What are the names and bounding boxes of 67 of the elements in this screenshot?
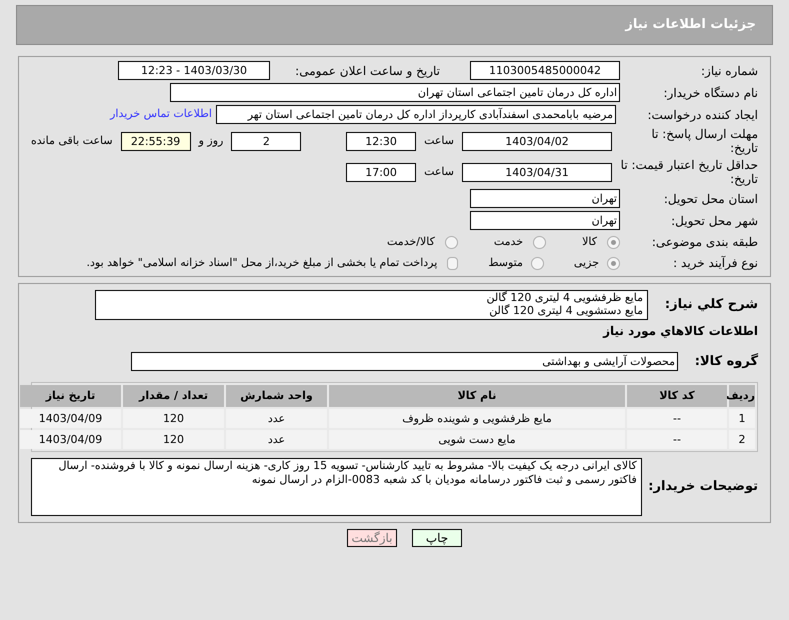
field-label: کالا (582, 234, 597, 250)
text-field[interactable]: 12:30 (346, 132, 416, 150)
table-cell: 120 (123, 408, 224, 428)
field-label: پرداخت تمام یا بخشی از مبلغ خرید،از محل "اسناد خزانه اسلامی" خواهد بود. (86, 254, 438, 271)
text-area[interactable]: کالای ایرانی درجه یک کیفیت بالا- مشروط به تایید کارشناس- تسویه 15 روز کاری- هزینه ارسال نمونه و کالا با فروشنده- ارسال فاکتور رسمی و ثبت فاکتور درسامانه مودیان با کد شعبه 0083-الزام در ارسال نمونه (31, 458, 642, 516)
field-label: کالا/خدمت (387, 234, 435, 250)
radio-button[interactable] (444, 236, 458, 248)
section-heading: اطلاعات كالاهاي مورد نياز (602, 323, 758, 340)
text-field[interactable]: 2 (231, 132, 302, 150)
field-label: متوسط (488, 254, 523, 271)
checkbox[interactable] (447, 256, 458, 270)
radio-button[interactable] (607, 236, 620, 248)
text-field[interactable]: 17:00 (346, 162, 416, 182)
field-label: ساعت باقی مانده (31, 132, 113, 149)
radio-button[interactable] (530, 256, 544, 270)
field-label: ایجاد کننده درخواست: (646, 108, 758, 122)
table-cell: 1403/04/09 (20, 430, 121, 448)
field-label: نوع فرآیند خرید : (672, 256, 758, 270)
contact-link[interactable]: اطلاعات تماس خریدار (110, 106, 212, 123)
table-cell: مایع ظرفشویی و شوینده ظروف (329, 408, 625, 428)
radio-button[interactable] (533, 236, 546, 248)
column-header: واحد شمارش (226, 384, 327, 406)
field-label: خدمت (494, 234, 524, 250)
text-field[interactable]: محصولات آرایشی و بهداشتی (131, 352, 678, 372)
field-label: شهر محل تحویل: (670, 214, 758, 228)
text-field[interactable]: 1103005485000042 (470, 61, 620, 80)
column-header: نام كالا (329, 384, 625, 406)
text-field[interactable]: 22:55:39 (120, 132, 191, 150)
field-label: تاریخ و ساعت اعلان عمومی: (294, 64, 440, 78)
print-button[interactable]: چاپ (412, 528, 462, 546)
text-field[interactable]: 1403/03/30 - 12:23 (118, 61, 270, 80)
text-area[interactable]: مایع ظرفشویی 4 لیتری 120 گالن مایع دستشویی 4 لیتری 120 گالن (95, 290, 648, 320)
field-label: مهلت ارسال پاسخ: تا تاریخ: (650, 127, 758, 155)
column-header: كد كالا (627, 384, 727, 406)
field-label: روز و (198, 132, 224, 149)
text-field[interactable]: 1403/04/31 (462, 162, 612, 182)
table-cell: 2 (729, 430, 755, 448)
column-header: تعداد / مقدار (123, 384, 224, 406)
text-field[interactable]: تهران (470, 189, 620, 208)
field-label: حداقل تاریخ اعتبار قیمت: تا تاریخ: (620, 158, 758, 186)
table-cell: -- (627, 408, 727, 428)
table-cell: -- (627, 430, 727, 448)
table-cell: عدد (226, 430, 327, 448)
field-label: نام دستگاه خریدار: (662, 86, 758, 100)
column-header: تاريخ نياز (20, 384, 121, 406)
field-label: ساعت (424, 164, 454, 180)
field-label: جزیی (574, 254, 599, 271)
table-cell: 120 (123, 430, 224, 448)
text-field[interactable]: مرضیه بابامحمدی اسفندآبادی کارپرداز اداره کل درمان تامین اجتماعی استان تهر (216, 105, 616, 124)
page-title: جزئیات اطلاعات نیاز (625, 16, 756, 34)
field-label: طبقه بندی موضوعی: (650, 235, 758, 249)
field-label: استان محل تحویل: (662, 192, 758, 206)
field-label: شرح کلي نياز: (664, 296, 758, 314)
table-cell: 1 (729, 408, 755, 428)
table-cell: 1403/04/09 (20, 408, 121, 428)
text-field[interactable]: اداره کل درمان تامین اجتماعی استان تهران (170, 83, 620, 102)
radio-button[interactable] (607, 256, 620, 270)
back-button[interactable]: بازگشت (347, 528, 397, 546)
field-label: توضیحات خریدار: (647, 478, 758, 496)
field-label: شماره نیاز: (700, 64, 758, 78)
table-cell: مایع دست شویی (329, 430, 625, 448)
text-field[interactable]: تهران (470, 211, 620, 230)
column-header: رديف (729, 384, 755, 406)
field-label: گروه کالا: (694, 352, 758, 371)
table-cell: عدد (226, 408, 327, 428)
field-label: ساعت (424, 132, 454, 149)
text-field[interactable]: 1403/04/02 (462, 132, 612, 150)
